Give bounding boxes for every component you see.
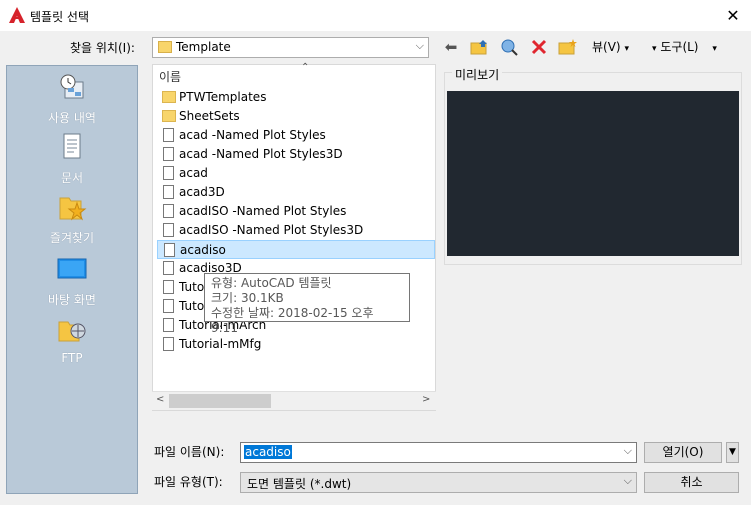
file-icon [163, 261, 174, 275]
chevron-down-icon: ▾ [652, 44, 657, 54]
file-icon [163, 185, 174, 199]
lookin-label: 찾을 위치(I): [70, 41, 135, 55]
cancel-button[interactable]: 취소 [644, 472, 739, 493]
tools-menu[interactable]: ▾ 도구(L) ▾ [652, 38, 717, 55]
list-item[interactable]: acad -Named Plot Styles3D [157, 145, 435, 164]
list-item[interactable]: acadISO -Named Plot Styles3D [157, 221, 435, 240]
horizontal-scrollbar[interactable]: < > [152, 391, 436, 410]
place-desktop[interactable]: 바탕 화면 [7, 254, 137, 308]
places-bar: 사용 내역 문서 즐겨찾기 바탕 화면 FTP [6, 65, 138, 494]
place-label: 사용 내역 [48, 111, 96, 125]
folder-icon [162, 110, 176, 122]
place-label: FTP [61, 351, 83, 365]
file-icon [163, 280, 174, 294]
tooltip-size: 크기: 30.1KB [211, 291, 284, 305]
file-name: acadISO -Named Plot Styles3D [179, 223, 364, 237]
file-icon [164, 243, 175, 257]
file-list[interactable]: 이름 ⌃ PTWTemplates SheetSets acad -Named … [152, 62, 436, 411]
file-name: acad3D [179, 185, 225, 199]
list-item[interactable]: acad -Named Plot Styles [157, 126, 435, 145]
chevron-down-icon[interactable]: ⌵ [624, 444, 632, 458]
chevron-down-icon: ▾ [712, 44, 717, 54]
new-folder-icon[interactable] [558, 38, 578, 56]
lookin-combo[interactable]: Template ⌵ [152, 37, 429, 58]
close-icon[interactable]: ✕ [718, 2, 748, 29]
filetype-label: 파일 유형(T): [154, 475, 223, 489]
place-favorites[interactable]: 즐겨찾기 [7, 192, 137, 246]
list-item[interactable]: SheetSets [157, 107, 435, 126]
open-button[interactable]: 열기(O) [644, 442, 722, 463]
ftp-icon [58, 321, 86, 342]
tooltip-modified: 수정한 날짜: 2018-02-15 오후 9:11 [211, 306, 374, 335]
folder-icon [162, 91, 176, 103]
view-menu[interactable]: 뷰(V) ▾ [592, 38, 629, 55]
file-icon [163, 223, 174, 237]
filename-label: 파일 이름(N): [154, 445, 225, 459]
filename-input[interactable]: acadiso ⌵ [240, 442, 637, 463]
file-name: PTWTemplates [179, 90, 267, 104]
list-item[interactable]: acad3D [157, 183, 435, 202]
folder-icon [158, 41, 172, 53]
file-icon [163, 337, 174, 351]
title-bar [0, 0, 751, 31]
sort-ascending-icon: ⌃ [301, 62, 310, 73]
place-history[interactable]: 사용 내역 [7, 72, 137, 126]
history-icon [60, 74, 84, 99]
column-header-name[interactable]: 이름 [159, 68, 181, 85]
file-info-tooltip: 유형: AutoCAD 템플릿 크기: 30.1KB 수정한 날짜: 2018-… [204, 273, 410, 335]
file-name: acad -Named Plot Styles3D [179, 147, 343, 161]
file-icon [163, 204, 174, 218]
file-name: Tutorial-mMfg [179, 337, 262, 351]
file-icon [163, 128, 174, 142]
preview-label: 미리보기 [452, 66, 503, 83]
list-item-selected[interactable]: acadiso [157, 240, 435, 259]
file-name: SheetSets [179, 109, 240, 123]
chevron-down-icon: ⌵ [415, 39, 424, 52]
filename-value: acadiso [244, 445, 292, 459]
list-item[interactable]: acad [157, 164, 435, 183]
scroll-right-icon[interactable]: > [422, 394, 430, 405]
filetype-select[interactable]: 도면 템플릿 (*.dwt) ⌵ [240, 472, 637, 493]
place-label: 즐겨찾기 [49, 231, 95, 245]
search-web-icon[interactable] [500, 38, 520, 56]
delete-icon[interactable] [530, 38, 548, 56]
file-name: acad -Named Plot Styles [179, 128, 326, 142]
autocad-logo-icon [9, 7, 25, 23]
file-icon [163, 147, 174, 161]
place-label: 바탕 화면 [48, 293, 96, 307]
tooltip-type: 유형: AutoCAD 템플릿 [211, 276, 332, 290]
favorites-icon [59, 197, 87, 221]
view-menu-label: 뷰(V) [592, 40, 621, 54]
up-folder-icon[interactable] [470, 38, 490, 56]
back-arrow-icon[interactable]: ⬅ [440, 37, 462, 57]
file-icon [163, 318, 174, 332]
file-icon [163, 166, 174, 180]
place-label: 문서 [60, 171, 84, 185]
tools-menu-label: 도구(L) [660, 40, 699, 54]
place-documents[interactable]: 문서 [7, 132, 137, 186]
scroll-left-icon[interactable]: < [156, 394, 164, 405]
desktop-icon [57, 258, 87, 279]
file-name: acad [179, 166, 208, 180]
filetype-value: 도면 템플릿 (*.dwt) [247, 477, 352, 491]
chevron-down-icon: ▾ [624, 44, 629, 54]
open-dropdown-button[interactable]: ▼ [726, 442, 739, 463]
file-name: acadISO -Named Plot Styles [179, 204, 347, 218]
preview-image [447, 91, 739, 256]
file-icon [163, 299, 174, 313]
list-item[interactable]: Tutorial-mMfg [157, 335, 435, 354]
scrollbar-thumb[interactable] [169, 394, 271, 408]
chevron-down-icon: ⌵ [623, 474, 632, 487]
list-item[interactable]: acadISO -Named Plot Styles [157, 202, 435, 221]
lookin-value: Template [176, 40, 231, 54]
documents-icon [63, 133, 81, 159]
window-title: 템플릿 선택 [30, 10, 90, 24]
place-ftp[interactable]: FTP [7, 314, 137, 365]
list-item[interactable]: PTWTemplates [157, 88, 435, 107]
file-name: acadiso [180, 243, 226, 257]
